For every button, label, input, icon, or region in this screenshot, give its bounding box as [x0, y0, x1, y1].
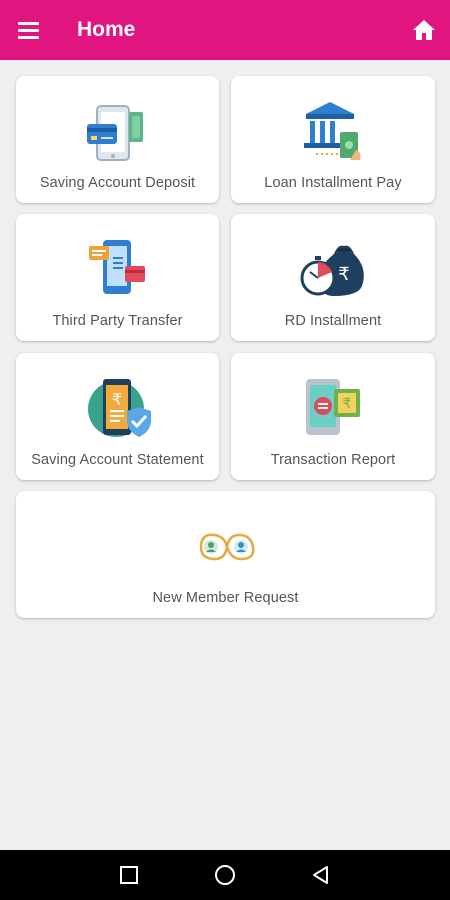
back-triangle-icon[interactable] — [310, 864, 332, 886]
mobile-card-deposit-icon — [86, 105, 143, 161]
tile-transaction-report[interactable]: ₹ Transaction Report — [231, 353, 435, 480]
secure-statement-icon: ₹ — [87, 379, 151, 437]
tile-saving-account-statement[interactable]: ₹ Saving Account Statement — [16, 353, 219, 480]
svg-text:₹: ₹ — [343, 396, 352, 412]
tile-label: New Member Request — [152, 590, 299, 606]
tile-label: Transaction Report — [270, 452, 396, 468]
member-link-icon — [199, 533, 254, 561]
tile-label: Third Party Transfer — [52, 313, 183, 329]
svg-text:₹: ₹ — [111, 390, 121, 409]
tile-label: Loan Installment Pay — [264, 175, 402, 191]
phone-rupee-exchange-icon: ₹ — [306, 379, 360, 435]
app-bar: Home — [0, 0, 450, 60]
tile-label: RD Installment — [284, 313, 382, 329]
tile-third-party-transfer[interactable]: Third Party Transfer — [16, 214, 219, 341]
tile-loan-installment-pay[interactable]: Loan Installment Pay — [231, 76, 435, 203]
home-circle-icon[interactable] — [214, 864, 236, 886]
system-nav-bar — [0, 850, 450, 900]
tile-new-member-request[interactable]: New Member Request — [16, 491, 435, 618]
tile-rd-installment[interactable]: ₹ RD Installment — [231, 214, 435, 341]
svg-text:₹: ₹ — [338, 264, 349, 285]
hamburger-menu-icon[interactable] — [18, 18, 48, 42]
tile-label: Saving Account Statement — [31, 452, 204, 468]
timer-money-bag-icon: ₹ — [300, 245, 364, 296]
bank-cash-icon — [304, 102, 361, 160]
recent-apps-icon[interactable] — [118, 864, 140, 886]
phone-transfer-icon — [88, 240, 145, 294]
tile-saving-account-deposit[interactable]: Saving Account Deposit — [16, 76, 219, 203]
page-title: Home — [77, 18, 136, 41]
tile-label: Saving Account Deposit — [39, 175, 196, 191]
home-icon[interactable] — [412, 18, 436, 42]
